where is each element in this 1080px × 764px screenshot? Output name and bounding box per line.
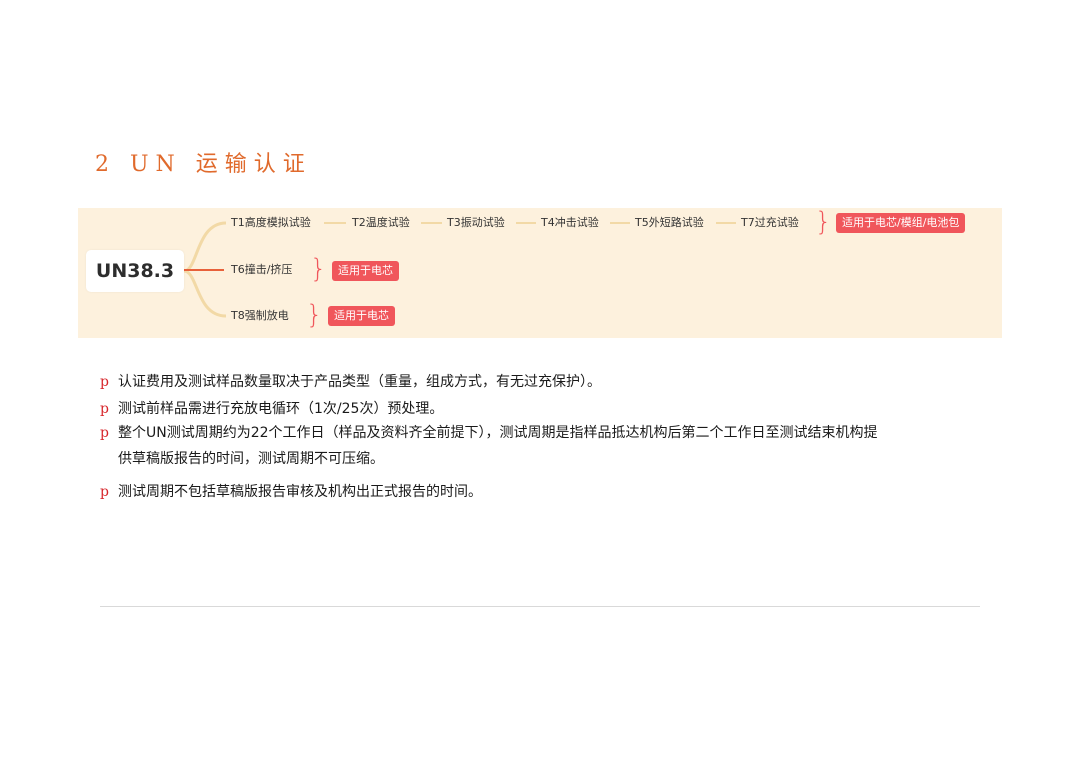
list-item-text: 整个UN测试周期约为22个工作日（样品及资料齐全前提下），测试周期是指样品抵达机… bbox=[118, 425, 878, 441]
test-t5: T5外短路试验 bbox=[635, 216, 704, 229]
bullet-marker: p bbox=[100, 401, 109, 417]
test-t2: T2温度试验 bbox=[352, 216, 410, 229]
scope-tag-cell: 适用于电芯 bbox=[328, 306, 395, 326]
bullet-marker: p bbox=[100, 484, 109, 500]
mindmap-root: UN38.3 bbox=[86, 250, 184, 292]
list-item: p 认证费用及测试样品数量取决于产品类型（重量，组成方式，有无过充保护）。 bbox=[100, 372, 601, 392]
scope-tag-cell-module-pack: 适用于电芯/模组/电池包 bbox=[836, 213, 966, 233]
test-t3: T3振动试验 bbox=[447, 216, 505, 229]
un38-3-mindmap: UN38.3 T1高度模拟试验 T2温度试验 T3振动试验 T4冲击试验 T5外… bbox=[78, 208, 1002, 338]
divider bbox=[100, 606, 980, 607]
test-t8: T8强制放电 bbox=[231, 309, 289, 322]
test-t4: T4冲击试验 bbox=[541, 216, 599, 229]
list-item-text: 测试前样品需进行充放电循环（1次/25次）预处理。 bbox=[118, 401, 444, 417]
test-t6: T6撞击/挤压 bbox=[231, 263, 293, 276]
section-title: 2 UN 运输认证 bbox=[95, 152, 312, 177]
list-item-text: 认证费用及测试样品数量取决于产品类型（重量，组成方式，有无过充保护）。 bbox=[118, 374, 601, 390]
list-item: p 整个UN测试周期约为22个工作日（样品及资料齐全前提下），测试周期是指样品抵达… bbox=[100, 423, 878, 469]
brace-icon: } bbox=[310, 254, 327, 284]
list-item-text: 测试周期不包括草稿版报告审核及机构出正式报告的时间。 bbox=[118, 484, 482, 500]
list-item-text-continued: 供草稿版报告的时间，测试周期不可压缩。 bbox=[118, 451, 384, 467]
scope-tag-cell: 适用于电芯 bbox=[332, 261, 399, 281]
list-item: p 测试前样品需进行充放电循环（1次/25次）预处理。 bbox=[100, 399, 443, 419]
list-item: p 测试周期不包括草稿版报告审核及机构出正式报告的时间。 bbox=[100, 482, 482, 502]
test-t1: T1高度模拟试验 bbox=[231, 216, 311, 229]
brace-icon: } bbox=[815, 207, 832, 237]
brace-icon: } bbox=[306, 300, 323, 330]
test-t7: T7过充试验 bbox=[741, 216, 799, 229]
bullet-marker: p bbox=[100, 425, 109, 441]
bullet-marker: p bbox=[100, 374, 109, 390]
